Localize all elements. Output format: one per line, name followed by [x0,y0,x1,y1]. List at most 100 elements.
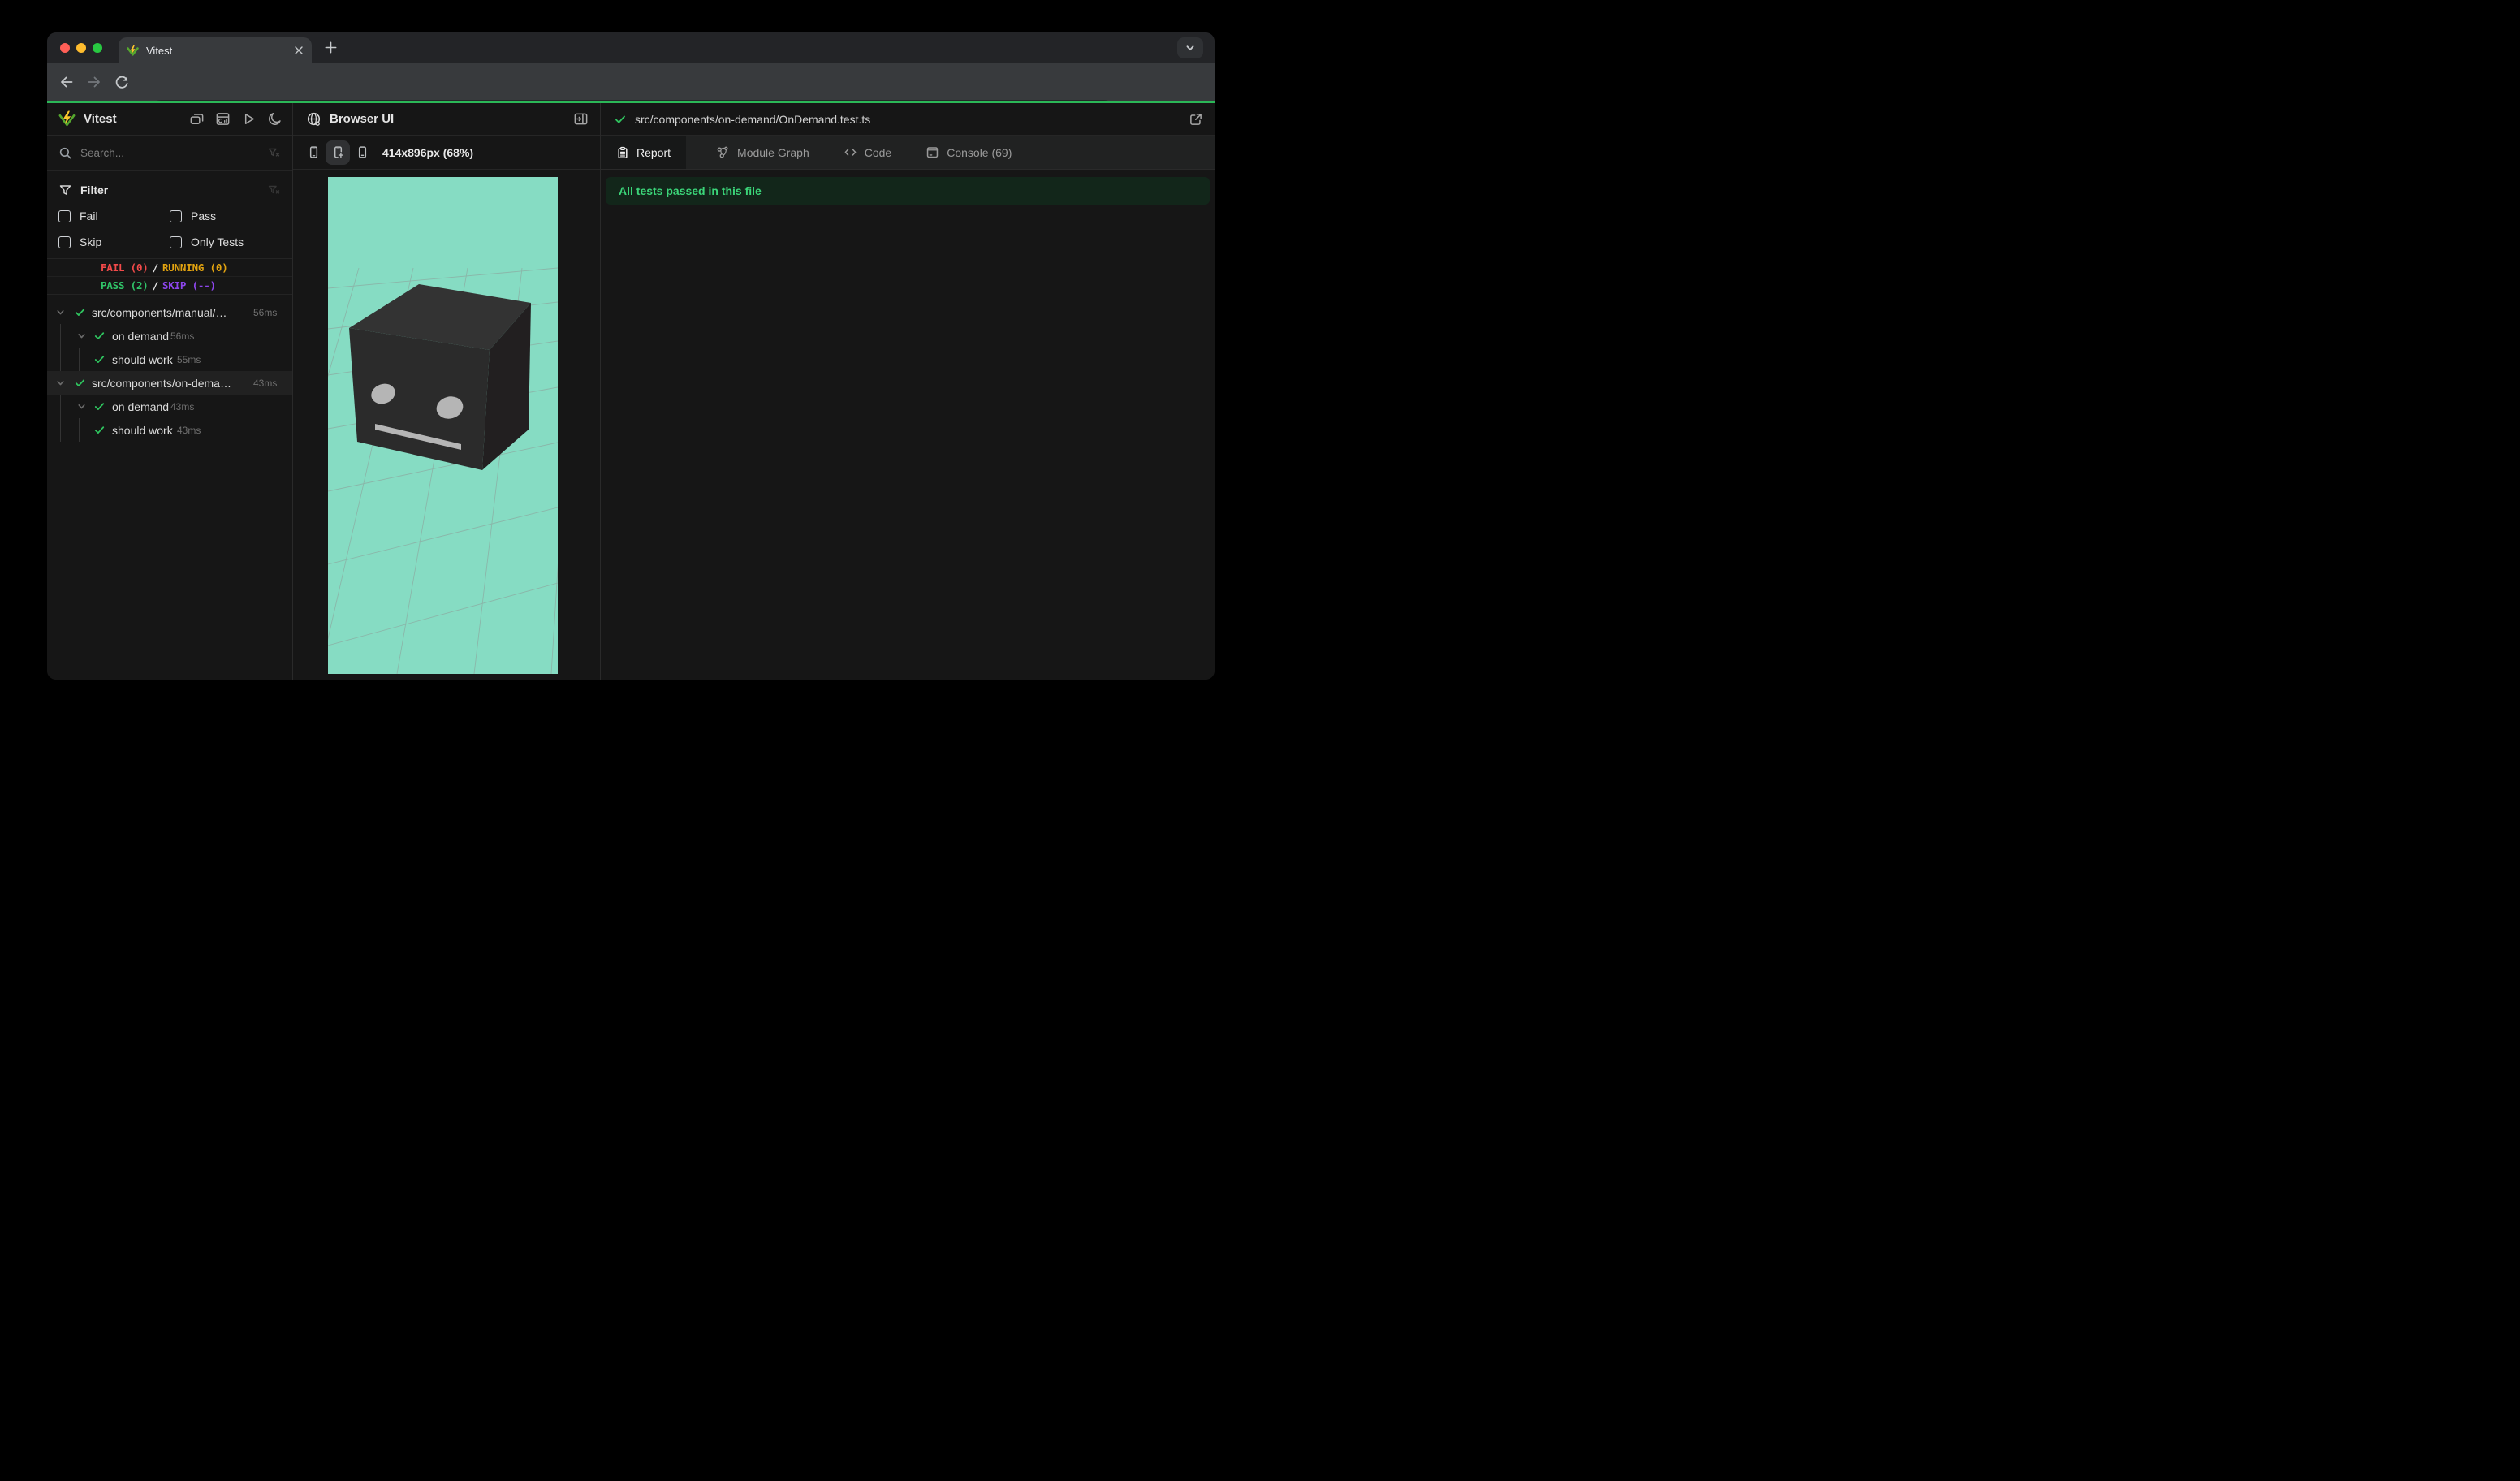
vitest-ui: Vitest Search... Filter Fail Pass Skip O… [47,103,1215,680]
minimize-window-button[interactable] [76,43,86,53]
open-side-panel-icon[interactable] [573,111,589,127]
close-window-button[interactable] [60,43,70,53]
test-duration: 43ms [253,377,278,389]
chevron-down-icon[interactable] [76,401,87,412]
clear-search-filter-icon[interactable] [267,146,281,160]
browser-tab[interactable]: Vitest [119,37,312,63]
forward-button[interactable] [86,74,102,90]
test-duration: 43ms [170,400,195,412]
device-phone-minus-button[interactable] [350,140,374,165]
preview-panel-title: Browser UI [330,112,395,126]
tab-console-label: Console (69) [947,145,1012,159]
clear-filter-icon[interactable] [267,184,281,197]
filter-checkbox-only-tests[interactable]: Only Tests [170,232,281,252]
module-graph-icon [716,145,730,159]
tab-code[interactable]: Code [828,136,907,169]
search-input[interactable]: Search... [80,147,267,159]
globe-icon [306,111,321,127]
report-clipboard-icon [616,146,629,159]
test-duration: 43ms [177,424,201,436]
chevron-down-icon[interactable] [55,378,66,388]
vitest-logo-icon [58,110,76,127]
maximize-window-button[interactable] [93,43,102,53]
search-icon [58,146,72,160]
test-suite-name[interactable]: on demand [112,330,169,343]
test-preview-iframe[interactable] [328,177,558,674]
tab-module-graph-label: Module Graph [737,145,809,159]
collapse-panels-icon[interactable] [189,111,205,127]
code-icon [844,145,857,159]
test-suite-row[interactable]: on demand 56ms [47,324,292,348]
status-separator: / [152,279,159,291]
indent-guide [60,418,61,442]
checkbox-icon[interactable] [58,209,71,222]
test-file-path: src/components/on-demand/OnDemand.test.t… [635,112,871,126]
test-suite-name[interactable]: on demand [112,400,169,413]
indent-guide [60,348,61,371]
browser-window: Vitest Vitest Search... Filter Fail Pass… [47,32,1215,680]
chevron-down-icon [1184,42,1196,54]
sidebar: Vitest Search... Filter Fail Pass Skip O… [47,103,293,680]
filter-checkbox-skip[interactable]: Skip [58,232,170,252]
run-all-icon[interactable] [241,111,257,127]
close-tab-icon[interactable] [294,45,304,55]
search-bar[interactable]: Search... [47,136,292,171]
test-case-row[interactable]: should work 55ms [47,348,292,371]
tab-title: Vitest [146,44,173,57]
filter-checkbox-pass[interactable]: Pass [170,206,281,226]
pass-check-icon [74,306,86,318]
pass-check-icon [74,377,86,389]
status-separator: / [152,261,159,274]
test-suite-row[interactable]: on demand 43ms [47,395,292,418]
dashboard-icon[interactable] [215,111,231,127]
tab-report[interactable]: Report [601,136,687,169]
indent-guide [79,348,80,371]
device-phone-small-button[interactable] [301,140,326,165]
chevron-down-icon[interactable] [76,330,87,341]
checkbox-icon[interactable] [170,209,182,222]
tab-search-button[interactable] [1177,37,1203,58]
browser-preview-panel: Browser UI 414x896px (68%) [293,103,601,680]
open-in-editor-icon[interactable] [1189,112,1203,127]
reload-button[interactable] [114,74,130,90]
indent-guide [79,418,80,442]
test-duration: 55ms [177,353,201,365]
tab-report-label: Report [636,145,671,159]
test-file-row-selected[interactable]: src/components/on-dema… 43ms [47,371,292,395]
filter-label-only-tests: Only Tests [191,235,244,248]
pass-check-icon [93,330,106,342]
checkbox-icon[interactable] [58,235,71,248]
vitest-favicon [127,45,139,57]
robot-cube-scene [328,177,558,674]
checkbox-icon[interactable] [170,235,182,248]
test-duration: 56ms [253,306,278,318]
new-tab-button[interactable] [323,40,339,55]
pass-check-icon [93,424,106,436]
chevron-down-icon[interactable] [55,307,66,317]
back-button[interactable] [58,74,75,90]
filter-label-fail: Fail [80,209,98,222]
test-file-row[interactable]: src/components/manual/… 56ms [47,300,292,324]
test-file-tree: src/components/manual/… 56ms on demand 5… [47,300,292,442]
pass-check-icon [93,400,106,412]
tab-module-graph[interactable]: Module Graph [701,136,825,169]
browser-toolbar: localhost:5173/#/?file=1828625563 [47,63,1215,127]
test-case-row[interactable]: should work 43ms [47,418,292,442]
tab-code-label: Code [864,145,892,159]
dark-mode-moon-icon[interactable] [267,111,283,127]
test-case-name[interactable]: should work [112,424,173,437]
tab-console[interactable]: Console (69) [910,136,1027,169]
device-phone-plus-button[interactable] [326,140,350,165]
test-status-summary: FAIL (0) / RUNNING (0) PASS (2) / SKIP (… [47,259,292,295]
test-file-name[interactable]: src/components/manual/… [92,306,227,319]
test-file-name[interactable]: src/components/on-dema… [92,377,231,390]
test-case-name[interactable]: should work [112,353,173,366]
browser-tab-strip: Vitest [47,32,1215,63]
status-skip-count: SKIP (--) [162,279,216,291]
indent-guide [60,324,61,348]
filter-funnel-icon [58,184,72,197]
window-controls [60,43,102,53]
filter-label-skip: Skip [80,235,102,248]
filter-title: Filter [80,184,109,196]
filter-checkbox-fail[interactable]: Fail [58,206,170,226]
